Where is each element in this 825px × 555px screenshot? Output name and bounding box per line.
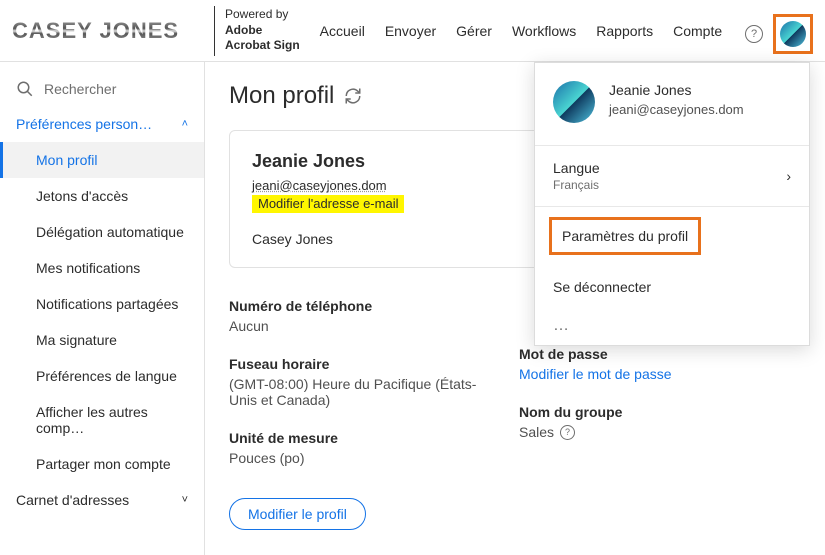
edit-email-link[interactable]: Modifier l'adresse e-mail (252, 195, 404, 213)
nav-envoyer[interactable]: Envoyer (385, 23, 436, 39)
sidebar-section-prefs[interactable]: Préférences person… ˄ (0, 106, 204, 142)
refresh-icon[interactable] (344, 87, 362, 105)
brand-block: Powered by Adobe Acrobat Sign (225, 7, 300, 54)
tz-value: (GMT-08:00) Heure du Pacifique (États-Un… (229, 376, 499, 408)
dropdown-user-name: Jeanie Jones (609, 81, 744, 101)
sidebar-item-mes-notif[interactable]: Mes notifications (0, 250, 204, 286)
sidebar-item-profil[interactable]: Mon profil (0, 142, 204, 178)
help-icon[interactable]: ? (745, 25, 763, 43)
logo-text: CASEY JONES (12, 18, 179, 44)
top-nav: Accueil Envoyer Gérer Workflows Rapports… (320, 23, 722, 39)
powered-by-label: Powered by (225, 7, 300, 23)
search-placeholder: Rechercher (44, 81, 116, 97)
nav-workflows[interactable]: Workflows (512, 23, 576, 39)
sidebar-item-signature[interactable]: Ma signature (0, 322, 204, 358)
group-row: Sales ? (519, 424, 789, 440)
brand-line2: Acrobat Sign (225, 38, 300, 52)
dropdown-user-email: jeani@caseyjones.dom (609, 101, 744, 119)
header-right: ? (745, 14, 813, 54)
phone-value: Aucun (229, 318, 499, 334)
dropdown-more-icon[interactable]: … (535, 311, 809, 345)
dropdown-language-row[interactable]: Langue Français › (535, 145, 809, 206)
profile-dropdown: Jeanie Jones jeani@caseyjones.dom Langue… (534, 62, 810, 346)
chevron-down-icon: ˅ (182, 494, 188, 506)
dropdown-avatar-icon (553, 81, 595, 123)
page-title: Mon profil (229, 82, 334, 110)
sidebar-item-afficher[interactable]: Afficher les autres comp… (0, 394, 204, 446)
nav-accueil[interactable]: Accueil (320, 23, 365, 39)
sidebar-item-jetons[interactable]: Jetons d'accès (0, 178, 204, 214)
brand-separator (214, 6, 215, 56)
dropdown-lang-value: Français (553, 178, 600, 192)
sidebar-item-notif-partagees[interactable]: Notifications partagées (0, 286, 204, 322)
help-group-icon[interactable]: ? (560, 425, 575, 440)
avatar-icon (780, 21, 806, 47)
change-password-link[interactable]: Modifier le mot de passe (519, 366, 789, 382)
unit-label: Unité de mesure (229, 430, 499, 446)
sidebar-item-langue[interactable]: Préférences de langue (0, 358, 204, 394)
logo-area: CASEY JONES (12, 18, 204, 44)
group-label: Nom du groupe (519, 404, 789, 420)
tz-label: Fuseau horaire (229, 356, 499, 372)
sidebar-item-partager[interactable]: Partager mon compte (0, 446, 204, 482)
group-value: Sales (519, 424, 554, 440)
details-left: Numéro de téléphone Aucun Fuseau horaire… (229, 298, 499, 530)
app-header: CASEY JONES Powered by Adobe Acrobat Sig… (0, 0, 825, 62)
dropdown-profile-settings[interactable]: Paramètres du profil (549, 217, 701, 255)
dropdown-user-block: Jeanie Jones jeani@caseyjones.dom (535, 63, 809, 145)
brand-line1: Adobe (225, 23, 262, 37)
sidebar-item-delegation[interactable]: Délégation automatique (0, 214, 204, 250)
pwd-label: Mot de passe (519, 346, 789, 362)
search-icon (16, 80, 34, 98)
phone-label: Numéro de téléphone (229, 298, 499, 314)
avatar-button[interactable] (773, 14, 813, 54)
edit-profile-button[interactable]: Modifier le profil (229, 498, 366, 530)
prefs-header-label: Préférences person… (16, 116, 152, 132)
nav-compte[interactable]: Compte (673, 23, 722, 39)
unit-value: Pouces (po) (229, 450, 499, 466)
search-input[interactable]: Rechercher (0, 72, 204, 106)
chevron-right-icon: › (786, 168, 791, 184)
sidebar-section-carnet[interactable]: Carnet d'adresses ˅ (0, 482, 204, 518)
chevron-up-icon: ˄ (182, 118, 188, 130)
dropdown-lang-label: Langue (553, 160, 600, 176)
nav-gerer[interactable]: Gérer (456, 23, 492, 39)
dropdown-signout[interactable]: Se déconnecter (535, 265, 809, 311)
dropdown-user-info: Jeanie Jones jeani@caseyjones.dom (609, 81, 744, 123)
sidebar: Rechercher Préférences person… ˄ Mon pro… (0, 62, 205, 555)
nav-rapports[interactable]: Rapports (596, 23, 653, 39)
carnet-header-label: Carnet d'adresses (16, 492, 129, 508)
